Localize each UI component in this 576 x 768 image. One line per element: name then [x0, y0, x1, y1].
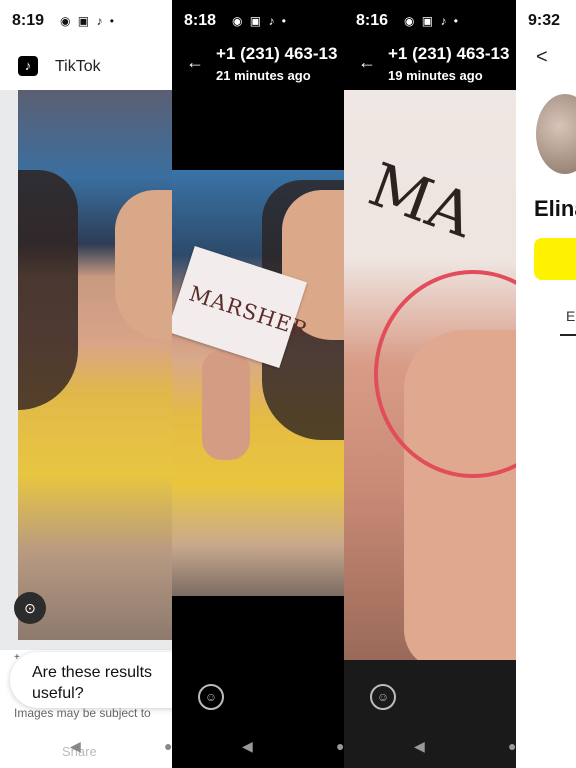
- bottom-bar: [344, 660, 516, 768]
- sent-time: 21 minutes ago: [216, 68, 311, 83]
- avatar[interactable]: [536, 94, 576, 174]
- profile-tab[interactable]: E: [566, 308, 575, 324]
- emoji-icon[interactable]: ☺: [198, 684, 224, 710]
- contact-number: +1 (231) 463-13: [216, 44, 338, 63]
- yellow-action-button[interactable]: [534, 238, 576, 280]
- status-time: 9:32: [528, 12, 561, 29]
- contact-number: +1 (231) 463-13: [388, 44, 510, 63]
- nav-back-icon[interactable]: ◀: [70, 738, 81, 755]
- panel-message-photo-1: 8:18 ◉ ▣ ♪ • ← +1 (231) 463-13 21 minute…: [172, 0, 344, 768]
- tab-underline: [560, 334, 576, 336]
- panel-tiktok-search: 8:19 ◉ ▣ ♪ • ♪ TikTok ⊙ + Are these resu…: [0, 0, 172, 768]
- status-icons: ◉ ▣ ♪ •: [232, 14, 289, 28]
- nav-back-icon[interactable]: ◀: [414, 738, 425, 755]
- panel-profile: 9:32 < Elina E: [516, 0, 576, 768]
- feedback-question: Are these results useful?: [32, 664, 153, 702]
- nav-home-icon[interactable]: ●: [164, 738, 172, 754]
- status-time: 8:19: [12, 12, 45, 29]
- nav-back-icon[interactable]: ◀: [242, 738, 253, 755]
- photo-detail: [202, 350, 250, 460]
- status-icons: ◉ ▣ ♪ •: [60, 14, 117, 28]
- sign-text: MARSHER: [186, 281, 312, 343]
- status-time: 8:16: [356, 12, 389, 29]
- tiktok-logo-icon: ♪: [18, 56, 38, 76]
- photo-detail: [18, 170, 78, 410]
- app-name[interactable]: TikTok: [55, 58, 101, 76]
- feedback-card[interactable]: Are these results useful?: [10, 652, 172, 708]
- nav-home-icon[interactable]: ●: [336, 738, 344, 754]
- panel-message-photo-2: MA 8:16 ◉ ▣ ♪ • ← +1 (231) 463-13 19 min…: [344, 0, 516, 768]
- emoji-icon[interactable]: ☺: [370, 684, 396, 710]
- back-chevron-icon[interactable]: <: [536, 46, 548, 69]
- photo-detail: [115, 190, 172, 340]
- nav-home-icon[interactable]: ●: [508, 738, 516, 754]
- back-arrow-icon[interactable]: ←: [186, 52, 204, 73]
- sent-time: 19 minutes ago: [388, 68, 483, 83]
- status-time: 8:18: [184, 12, 217, 29]
- copyright-disclaimer: Images may be subject to: [14, 706, 151, 720]
- profile-name: Elina: [534, 196, 576, 221]
- back-arrow-icon[interactable]: ←: [358, 52, 376, 73]
- lens-search-button[interactable]: ⊙: [14, 592, 46, 624]
- status-icons: ◉ ▣ ♪ •: [404, 14, 461, 28]
